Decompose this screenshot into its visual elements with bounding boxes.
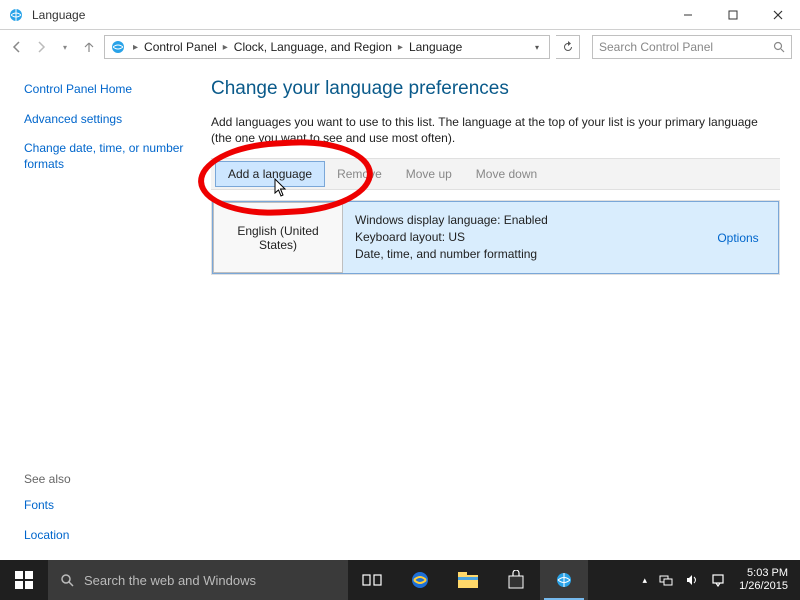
language-name: English (United States) [213, 202, 343, 272]
taskbar-app-language[interactable] [540, 560, 588, 600]
volume-icon[interactable] [681, 560, 703, 600]
main-panel: Change your language preferences Add lan… [205, 64, 800, 560]
language-options-link[interactable]: Options [717, 231, 758, 245]
app-icon [6, 5, 26, 25]
content-area: Control Panel Home Advanced settings Cha… [0, 64, 800, 560]
language-item[interactable]: English (United States) Windows display … [212, 201, 779, 273]
breadcrumb[interactable]: ▸ Control Panel ▸ Clock, Language, and R… [104, 35, 550, 59]
breadcrumb-item[interactable]: Control Panel [144, 40, 217, 54]
up-button[interactable] [80, 38, 98, 56]
titlebar: Language [0, 0, 800, 30]
task-view-button[interactable] [348, 560, 396, 600]
sidebar-link-advanced[interactable]: Advanced settings [24, 112, 194, 128]
sidebar: Control Panel Home Advanced settings Cha… [0, 64, 205, 560]
language-options-cell: Options [698, 202, 778, 272]
move-down-button[interactable]: Move down [464, 162, 549, 186]
page-description: Add languages you want to use to this li… [211, 114, 780, 146]
system-tray: ▴ 5:03 PM 1/26/2015 [639, 560, 800, 600]
add-language-button[interactable]: Add a language [215, 161, 325, 187]
clock-date: 1/26/2015 [739, 580, 788, 593]
language-keyboard-layout: Keyboard layout: US [355, 229, 686, 246]
breadcrumb-item[interactable]: Language [409, 40, 462, 54]
recent-locations-button[interactable]: ▾ [56, 38, 74, 56]
language-formatting: Date, time, and number formatting [355, 246, 686, 263]
remove-language-button[interactable]: Remove [325, 162, 394, 186]
language-toolbar: Add a language Remove Move up Move down [211, 158, 780, 190]
minimize-button[interactable] [665, 0, 710, 29]
tray-expand-icon[interactable]: ▴ [639, 560, 652, 600]
search-icon [60, 573, 74, 587]
search-placeholder: Search Control Panel [599, 40, 713, 54]
chevron-right-icon: ▸ [129, 42, 142, 53]
sidebar-link-location[interactable]: Location [24, 528, 194, 544]
refresh-button[interactable] [556, 35, 580, 59]
taskbar: Search the web and Windows ▴ 5:03 PM [0, 560, 800, 600]
breadcrumb-icon [109, 38, 127, 56]
language-display-status: Windows display language: Enabled [355, 212, 686, 229]
taskbar-items [348, 560, 588, 600]
taskbar-search[interactable]: Search the web and Windows [48, 560, 348, 600]
address-bar: ▾ ▸ Control Panel ▸ Clock, Language, and… [0, 30, 800, 64]
window-title: Language [32, 8, 665, 22]
action-center-icon[interactable] [707, 560, 729, 600]
taskbar-app-explorer[interactable] [444, 560, 492, 600]
language-details: Windows display language: Enabled Keyboa… [343, 202, 698, 272]
move-up-button[interactable]: Move up [394, 162, 464, 186]
page-heading: Change your language preferences [211, 78, 780, 100]
taskbar-clock[interactable]: 5:03 PM 1/26/2015 [733, 567, 794, 593]
chevron-right-icon: ▸ [219, 42, 232, 53]
search-input[interactable]: Search Control Panel [592, 35, 792, 59]
taskbar-app-ie[interactable] [396, 560, 444, 600]
sidebar-link-dateformats[interactable]: Change date, time, or number formats [24, 141, 194, 172]
taskbar-app-store[interactable] [492, 560, 540, 600]
back-button[interactable] [8, 38, 26, 56]
breadcrumb-item[interactable]: Clock, Language, and Region [234, 40, 392, 54]
sidebar-link-fonts[interactable]: Fonts [24, 498, 194, 514]
sidebar-link-home[interactable]: Control Panel Home [24, 82, 194, 98]
maximize-button[interactable] [710, 0, 755, 29]
address-history-button[interactable]: ▾ [529, 35, 545, 59]
language-list: English (United States) Windows display … [211, 200, 780, 274]
network-icon[interactable] [655, 560, 677, 600]
see-also-heading: See also [24, 472, 195, 486]
chevron-right-icon: ▸ [394, 42, 407, 53]
close-button[interactable] [755, 0, 800, 29]
forward-button[interactable] [32, 38, 50, 56]
taskbar-search-placeholder: Search the web and Windows [84, 573, 256, 588]
search-icon [773, 41, 785, 53]
start-button[interactable] [0, 560, 48, 600]
clock-time: 5:03 PM [739, 567, 788, 580]
